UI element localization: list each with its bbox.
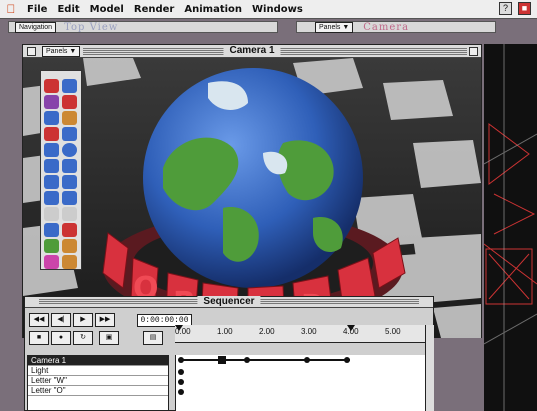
- keyframe[interactable]: [304, 357, 310, 363]
- ruler-tick: 2.00: [259, 327, 275, 336]
- timeline-area[interactable]: [175, 355, 425, 411]
- move-tool-icon[interactable]: [44, 79, 59, 93]
- time-ruler[interactable]: 0.00 1.00 2.00 3.00 4.00 5.00: [175, 325, 425, 343]
- panels-dropdown-right[interactable]: Panels ▼: [315, 21, 354, 33]
- text-tool-icon[interactable]: [44, 207, 59, 221]
- stop-button[interactable]: ■: [29, 331, 49, 345]
- sequencer-scrollbar[interactable]: [425, 325, 434, 411]
- menu-model[interactable]: Model: [85, 4, 129, 15]
- application-icon[interactable]: ■: [518, 2, 531, 15]
- pyramid-tool-icon[interactable]: [44, 191, 59, 205]
- link-tool-icon[interactable]: [62, 111, 77, 125]
- menu-render[interactable]: Render: [129, 4, 179, 15]
- camera-tool-icon[interactable]: [62, 95, 77, 109]
- camera-track-button[interactable]: ▣: [99, 331, 119, 345]
- wireframe-svg: [483, 44, 537, 411]
- play-button[interactable]: ▶: [73, 313, 93, 327]
- track-letter-o[interactable]: Letter "O": [28, 386, 168, 396]
- menu-animation[interactable]: Animation: [179, 4, 247, 15]
- top-view-title: Top View: [64, 21, 119, 33]
- ruler-tick: 3.00: [301, 327, 317, 336]
- end-marker[interactable]: [347, 325, 355, 331]
- tool-palette: [40, 70, 82, 270]
- camera-1-window: Panels ▼ Camera 1 O: [22, 44, 482, 338]
- zoom-box[interactable]: [469, 47, 478, 56]
- camera-title: Camera: [363, 21, 410, 33]
- track-camera-1[interactable]: Camera 1: [28, 356, 168, 366]
- torus-tool-icon[interactable]: [44, 175, 59, 189]
- menu-edit[interactable]: Edit: [52, 4, 84, 15]
- apple-icon[interactable]: : [0, 2, 22, 16]
- loop-button[interactable]: ↻: [73, 331, 93, 345]
- texture-tool-icon[interactable]: [44, 239, 59, 253]
- cylinder-tool-icon[interactable]: [44, 159, 59, 173]
- ruler-tick: 5.00: [385, 327, 401, 336]
- paint-tool-icon[interactable]: [44, 127, 59, 141]
- help-icon[interactable]: ?: [499, 2, 512, 15]
- menu-file[interactable]: File: [22, 4, 52, 15]
- extrude-tool-icon[interactable]: [62, 191, 77, 205]
- playhead-marker[interactable]: [175, 325, 183, 331]
- navigation-button[interactable]: Navigation: [15, 21, 57, 33]
- sequencer-titlebar[interactable]: Sequencer: [25, 296, 433, 308]
- camera-window-titlebar[interactable]: Panels ▼ Camera 1: [23, 45, 481, 58]
- keyframe[interactable]: [218, 356, 226, 364]
- keyframe[interactable]: [178, 389, 184, 395]
- fast-forward-button[interactable]: ▶▶: [95, 313, 115, 327]
- light-tool-icon[interactable]: [44, 111, 59, 125]
- render-tool-icon[interactable]: [62, 255, 77, 269]
- bones-tool-icon[interactable]: [62, 239, 77, 253]
- track-list: Camera 1 Light Letter "W" Letter "O": [27, 355, 169, 411]
- menu-windows[interactable]: Windows: [247, 4, 308, 15]
- light-bulb-icon[interactable]: [44, 255, 59, 269]
- rotate-tool-icon[interactable]: [62, 79, 77, 93]
- record-button[interactable]: ●: [51, 331, 71, 345]
- scale-tool-icon[interactable]: [44, 95, 59, 109]
- plane-tool-icon[interactable]: [62, 175, 77, 189]
- keyframe[interactable]: [344, 357, 350, 363]
- top-view-bar: Navigation Top View: [0, 21, 290, 43]
- sphere-tool-icon[interactable]: [62, 143, 77, 157]
- lathe-tool-icon[interactable]: [44, 223, 59, 237]
- sequencer-window: Sequencer ◀◀ ◀| ▶ ▶▶ ■ ● ↻ ▣ ▤ 0:00:00:0…: [24, 296, 434, 411]
- cube-tool-icon[interactable]: [44, 143, 59, 157]
- track-letter-w[interactable]: Letter "W": [28, 376, 168, 386]
- camera-panel-bar: Panels ▼ Camera: [296, 21, 496, 33]
- track-light[interactable]: Light: [28, 366, 168, 376]
- back-button[interactable]: ◀|: [51, 313, 71, 327]
- keyframe[interactable]: [178, 357, 184, 363]
- zoom-tool-icon[interactable]: [62, 127, 77, 141]
- camera-window-title: Camera 1: [223, 45, 281, 57]
- panels-dropdown[interactable]: Panels ▼: [42, 45, 81, 57]
- material-tool-icon[interactable]: [62, 223, 77, 237]
- menu-bar:  File Edit Model Render Animation Windo…: [0, 0, 537, 19]
- close-box[interactable]: [27, 46, 36, 56]
- film-button[interactable]: ▤: [143, 331, 163, 345]
- sequencer-title: Sequencer: [197, 296, 261, 307]
- keyframe[interactable]: [178, 369, 184, 375]
- rewind-button[interactable]: ◀◀: [29, 313, 49, 327]
- ruler-tick: 1.00: [217, 327, 233, 336]
- keyframe[interactable]: [244, 357, 250, 363]
- wireframe-view: [483, 44, 537, 411]
- group-tool-icon[interactable]: [62, 207, 77, 221]
- cone-tool-icon[interactable]: [62, 159, 77, 173]
- keyframe[interactable]: [178, 379, 184, 385]
